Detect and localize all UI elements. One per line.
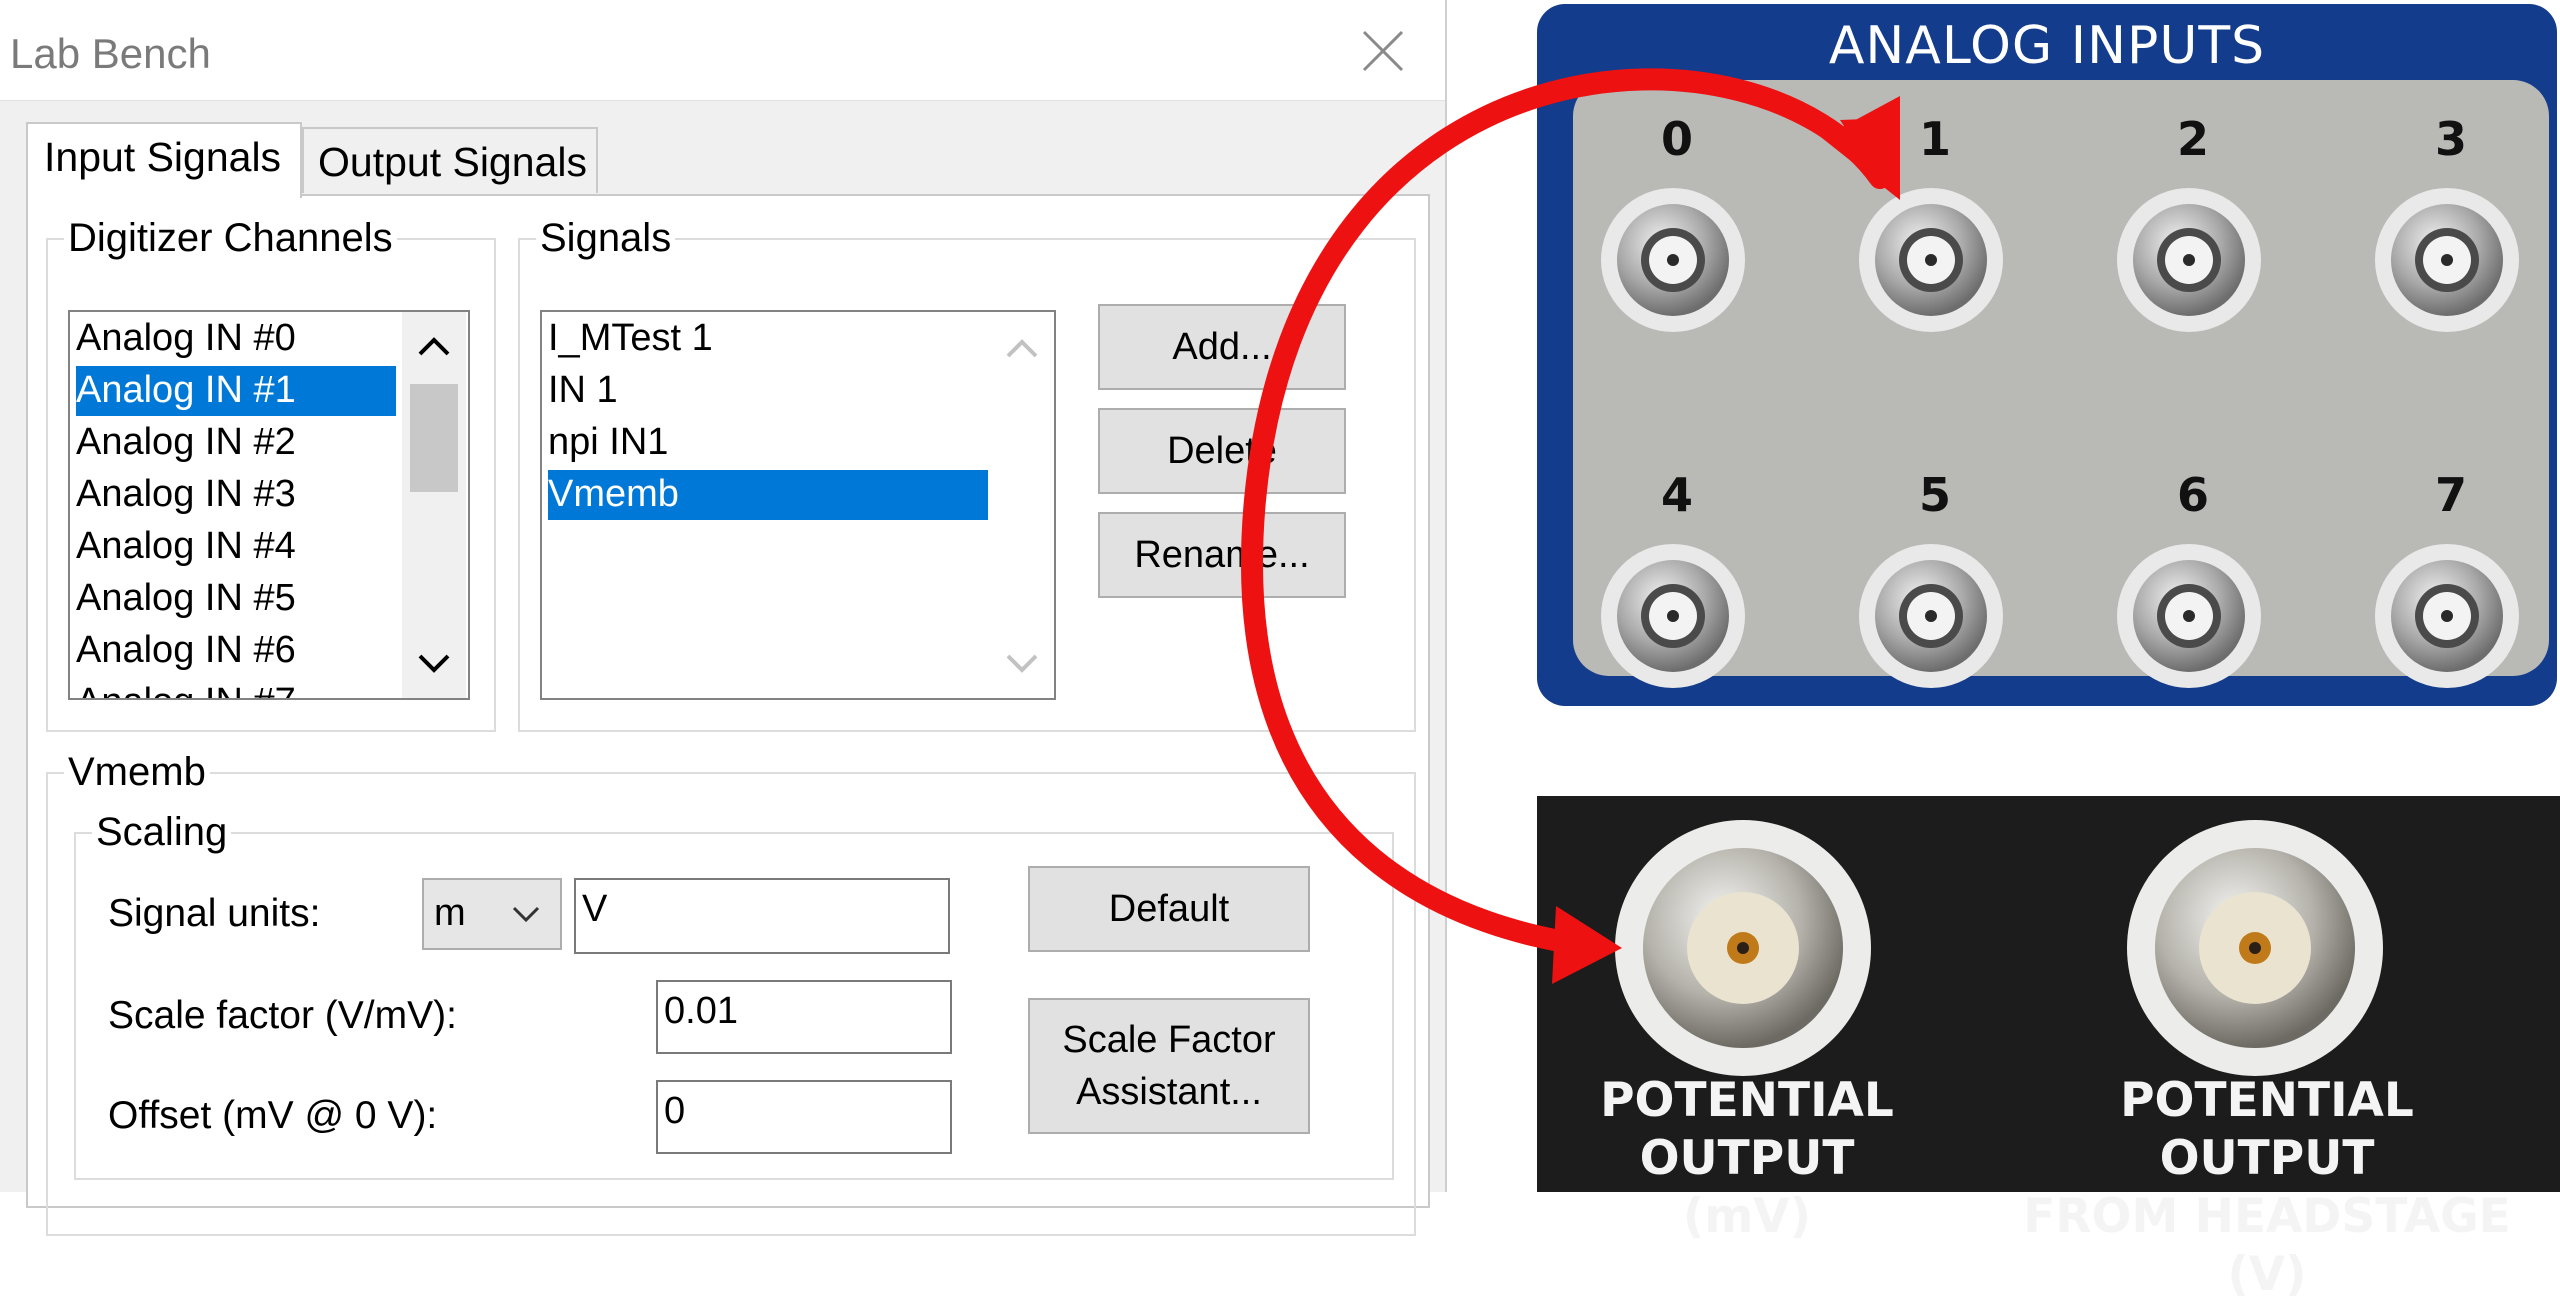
bnc-connector-icon [1859, 188, 2003, 332]
scroll-down-icon [1006, 654, 1038, 673]
assistant-button-line2: Assistant... [1076, 1071, 1262, 1113]
list-item[interactable]: npi IN1 [548, 418, 668, 468]
offset-label: Offset (mV @ 0 V): [108, 1094, 438, 1137]
list-item[interactable]: Analog IN #0 [76, 314, 296, 364]
assistant-button-line1: Scale Factor [1062, 1019, 1276, 1061]
offset-input[interactable]: 0 [656, 1080, 952, 1154]
list-item-selected[interactable]: Vmemb [548, 470, 988, 520]
caption-line: OUTPUT (mV) [1639, 1131, 1855, 1244]
default-button[interactable]: Default [1028, 866, 1310, 952]
list-item[interactable]: Analog IN #7 [76, 678, 296, 698]
bnc-connectors-top [1601, 188, 2519, 688]
input-signals-panel: Digitizer Channels Analog IN #0 Analog I… [26, 194, 1430, 1236]
analog-inputs-photo: ANALOG INPUTS 0 1 2 3 4 5 6 7 [1537, 4, 2557, 706]
scrollbar-thumb[interactable] [410, 384, 458, 492]
signal-units-label: Signal units: [108, 892, 321, 935]
rename-button[interactable]: Rename... [1098, 512, 1346, 598]
delete-button[interactable]: Delete [1098, 408, 1346, 494]
scaling-legend: Scaling [92, 810, 232, 854]
list-item[interactable]: Analog IN #4 [76, 522, 296, 572]
bnc-connector-icon [1615, 820, 1871, 1076]
title-bar: Lab Bench [0, 0, 1445, 101]
scroll-down-icon[interactable] [416, 652, 452, 676]
digitizer-channels-legend: Digitizer Channels [64, 216, 397, 260]
close-icon[interactable] [1358, 26, 1408, 76]
vmemb-legend: Vmemb [64, 750, 210, 794]
bnc-connector-icon [2117, 188, 2261, 332]
unit-prefix-value: m [434, 892, 466, 934]
bnc-connector-icon [1601, 544, 1745, 688]
scroll-up-icon[interactable] [416, 334, 452, 358]
list-item[interactable]: Analog IN #3 [76, 470, 296, 520]
potential-output-photo: POTENTIAL OUTPUT (mV) POTENTIAL OUTPUT F… [1537, 796, 2560, 1302]
scroll-up-icon [1006, 339, 1038, 358]
tab-output-signals[interactable]: Output Signals [302, 127, 598, 193]
chevron-down-icon [512, 906, 540, 923]
unit-prefix-select[interactable]: m [422, 878, 562, 950]
list-item-selected[interactable]: Analog IN #1 [76, 366, 396, 416]
list-item[interactable]: Analog IN #6 [76, 626, 296, 676]
scale-factor-assistant-button[interactable]: Scale Factor Assistant... [1028, 998, 1310, 1134]
scale-factor-label: Scale factor (V/mV): [108, 994, 457, 1037]
scale-factor-input[interactable]: 0.01 [656, 980, 952, 1054]
bnc-connector-icon [2117, 544, 2261, 688]
add-button[interactable]: Add... [1098, 304, 1346, 390]
signals-list[interactable]: I_MTest 1 IN 1 npi IN1 Vmemb [540, 310, 1056, 700]
caption-line: FROM HEADSTAGE (V) [2023, 1189, 2511, 1302]
signal-units-input[interactable]: V [574, 878, 950, 954]
lab-bench-dialog: Lab Bench Output Signals Input Signals D… [0, 0, 1447, 1236]
digitizer-channels-list[interactable]: Analog IN #0 Analog IN #1 Analog IN #2 A… [68, 310, 470, 700]
caption-line: POTENTIAL [1600, 1073, 1894, 1128]
bnc-connector-icon [2375, 188, 2519, 332]
list-item[interactable]: Analog IN #5 [76, 574, 296, 624]
bnc-connector-icon [2127, 820, 2383, 1076]
tab-input-signals[interactable]: Input Signals [26, 122, 302, 198]
bnc-connector-icon [2375, 544, 2519, 688]
window-title: Lab Bench [10, 30, 211, 77]
channels-scrollbar[interactable] [402, 312, 466, 698]
list-item[interactable]: IN 1 [548, 366, 618, 416]
potential-output-caption: POTENTIAL OUTPUT (mV) [1577, 1072, 1917, 1246]
list-item[interactable]: Analog IN #2 [76, 418, 296, 468]
caption-line: POTENTIAL OUTPUT [2120, 1073, 2414, 1186]
bnc-connector-icon [1859, 544, 2003, 688]
signals-legend: Signals [536, 216, 676, 260]
list-item[interactable]: I_MTest 1 [548, 314, 713, 364]
headstage-output-caption: POTENTIAL OUTPUT FROM HEADSTAGE (V) [2007, 1072, 2527, 1304]
bnc-connector-icon [1601, 188, 1745, 332]
